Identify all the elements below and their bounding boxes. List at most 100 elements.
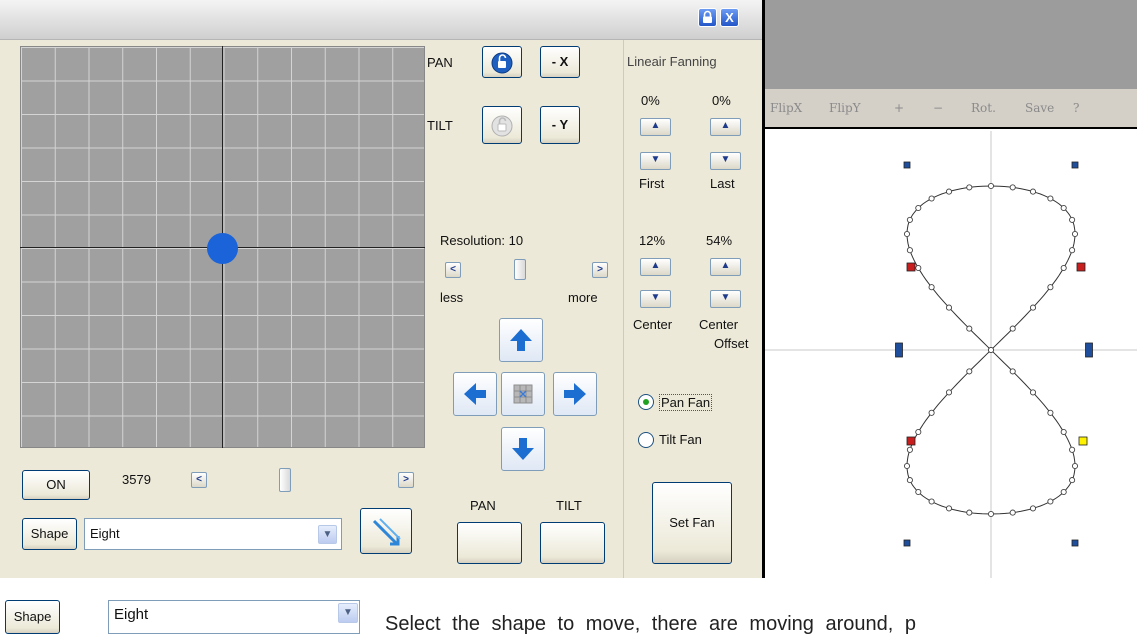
shape-point xyxy=(928,409,935,416)
menu-minus[interactable]: − xyxy=(933,101,943,115)
shape-point xyxy=(1009,184,1016,191)
menu-help[interactable]: ? xyxy=(1073,101,1079,115)
tilt-fan-label[interactable]: Tilt Fan xyxy=(659,432,702,447)
pan-button-label: PAN xyxy=(470,498,496,513)
center-offset-decrease-button[interactable]: ▼ xyxy=(710,290,741,308)
center-offset-increase-button[interactable]: ▲ xyxy=(710,258,741,276)
resolution-more-arrow[interactable]: > xyxy=(592,262,608,278)
shape-point xyxy=(1069,247,1076,254)
pan-button[interactable] xyxy=(457,522,522,564)
last-increase-button[interactable]: ▲ xyxy=(710,118,741,136)
shape-point xyxy=(1060,204,1067,212)
lock-icon[interactable] xyxy=(698,8,717,27)
move-down-button[interactable] xyxy=(501,427,545,471)
center-increase-button[interactable]: ▲ xyxy=(640,258,671,276)
chevron-down-icon[interactable]: ▼ xyxy=(318,525,337,544)
shape-point xyxy=(1060,428,1067,436)
close-icon[interactable]: X xyxy=(720,8,739,27)
shape-point xyxy=(928,195,935,202)
shape-point xyxy=(987,346,995,354)
invert-y-button[interactable]: - Y xyxy=(540,106,580,144)
shape-point xyxy=(906,477,913,484)
tilt-fan-radio[interactable] xyxy=(638,432,654,448)
shape-point xyxy=(915,264,922,272)
tilt-lock-button[interactable] xyxy=(482,106,522,144)
position-marker[interactable] xyxy=(207,233,238,264)
handle-upper-right-red xyxy=(1076,262,1086,272)
handle-bottom-right xyxy=(1071,539,1079,547)
shape-point xyxy=(1047,409,1054,416)
first-decrease-button[interactable]: ▼ xyxy=(640,152,671,170)
handle-upper-left-red xyxy=(906,262,916,272)
lock-disabled-icon xyxy=(491,115,513,137)
last-label: Last xyxy=(710,176,735,191)
pan-fan-radio[interactable] xyxy=(638,394,654,410)
handle-mid-left xyxy=(895,342,903,358)
resolution-less-arrow[interactable]: < xyxy=(445,262,461,278)
shape-select[interactable]: Eight ▼ xyxy=(84,518,342,550)
center-label: Center xyxy=(633,317,673,332)
shape-point xyxy=(906,446,913,453)
shape-point xyxy=(903,462,911,470)
shape-point xyxy=(1069,477,1076,484)
caption-shape-button[interactable]: Shape xyxy=(5,600,60,634)
move-right-button[interactable] xyxy=(553,372,597,416)
move-up-button[interactable] xyxy=(499,318,543,362)
resolution-label: Resolution: 10 xyxy=(440,233,524,248)
title-bar xyxy=(0,0,762,40)
menu-save[interactable]: Save xyxy=(1025,101,1054,115)
caption-shape-select[interactable]: Eight ▼ xyxy=(108,600,360,634)
shape-preview-canvas[interactable] xyxy=(765,131,1137,578)
handle-lower-right-yellow xyxy=(1078,436,1088,446)
speed-decrease-arrow[interactable]: < xyxy=(191,472,207,488)
pan-lock-button[interactable] xyxy=(482,46,522,78)
shape-point xyxy=(1069,446,1076,453)
caption-chevron-down-icon[interactable]: ▼ xyxy=(338,603,358,623)
tilt-button-label: TILT xyxy=(556,498,582,513)
shape-point xyxy=(1060,488,1067,496)
center-decrease-button[interactable]: ▼ xyxy=(640,290,671,308)
last-value: 0% xyxy=(712,93,731,108)
menu-flipx[interactable]: FlipX xyxy=(770,101,802,115)
last-decrease-button[interactable]: ▼ xyxy=(710,152,741,170)
shape-point xyxy=(1071,230,1079,238)
shape-button[interactable]: Shape xyxy=(22,518,77,550)
first-increase-button[interactable]: ▲ xyxy=(640,118,671,136)
arrow-up-icon xyxy=(510,329,532,351)
center-button[interactable] xyxy=(501,372,545,416)
shape-point xyxy=(1029,389,1037,396)
speed-value: 3579 xyxy=(122,472,151,487)
on-button[interactable]: ON xyxy=(22,470,90,500)
resolution-more-label: more xyxy=(568,290,598,305)
shape-point xyxy=(987,510,995,518)
shape-point xyxy=(1029,304,1037,311)
shape-point xyxy=(903,230,911,238)
arrow-down-icon xyxy=(512,438,534,460)
shape-direction-button[interactable] xyxy=(360,508,412,554)
menu-flipy[interactable]: FlipY xyxy=(829,101,861,115)
pan-fan-label[interactable]: Pan Fan xyxy=(659,394,713,411)
handle-lower-left-red xyxy=(906,436,916,446)
arrow-right-icon xyxy=(564,383,586,405)
resolution-less-label: less xyxy=(440,290,464,305)
shape-point xyxy=(945,188,953,195)
speed-slider-thumb[interactable] xyxy=(279,468,291,492)
set-fan-button[interactable]: Set Fan xyxy=(652,482,732,564)
shape-point xyxy=(915,428,922,436)
shape-point xyxy=(945,304,953,311)
tilt-button[interactable] xyxy=(540,522,605,564)
speed-increase-arrow[interactable]: > xyxy=(398,472,414,488)
shape-point xyxy=(966,184,973,191)
move-left-button[interactable] xyxy=(453,372,497,416)
shape-point xyxy=(906,216,913,223)
center-icon xyxy=(513,384,533,404)
shape-point xyxy=(1047,284,1054,291)
caption-text: Select the shape to move, there are movi… xyxy=(385,613,916,635)
menu-plus[interactable]: + xyxy=(894,101,904,115)
shape-point xyxy=(1009,325,1016,332)
center-offset-value: 54% xyxy=(706,233,733,248)
resolution-slider-thumb[interactable] xyxy=(514,259,526,280)
handle-top-left xyxy=(903,161,911,169)
menu-rotate[interactable]: Rot. xyxy=(971,101,996,115)
invert-x-button[interactable]: - X xyxy=(540,46,580,78)
